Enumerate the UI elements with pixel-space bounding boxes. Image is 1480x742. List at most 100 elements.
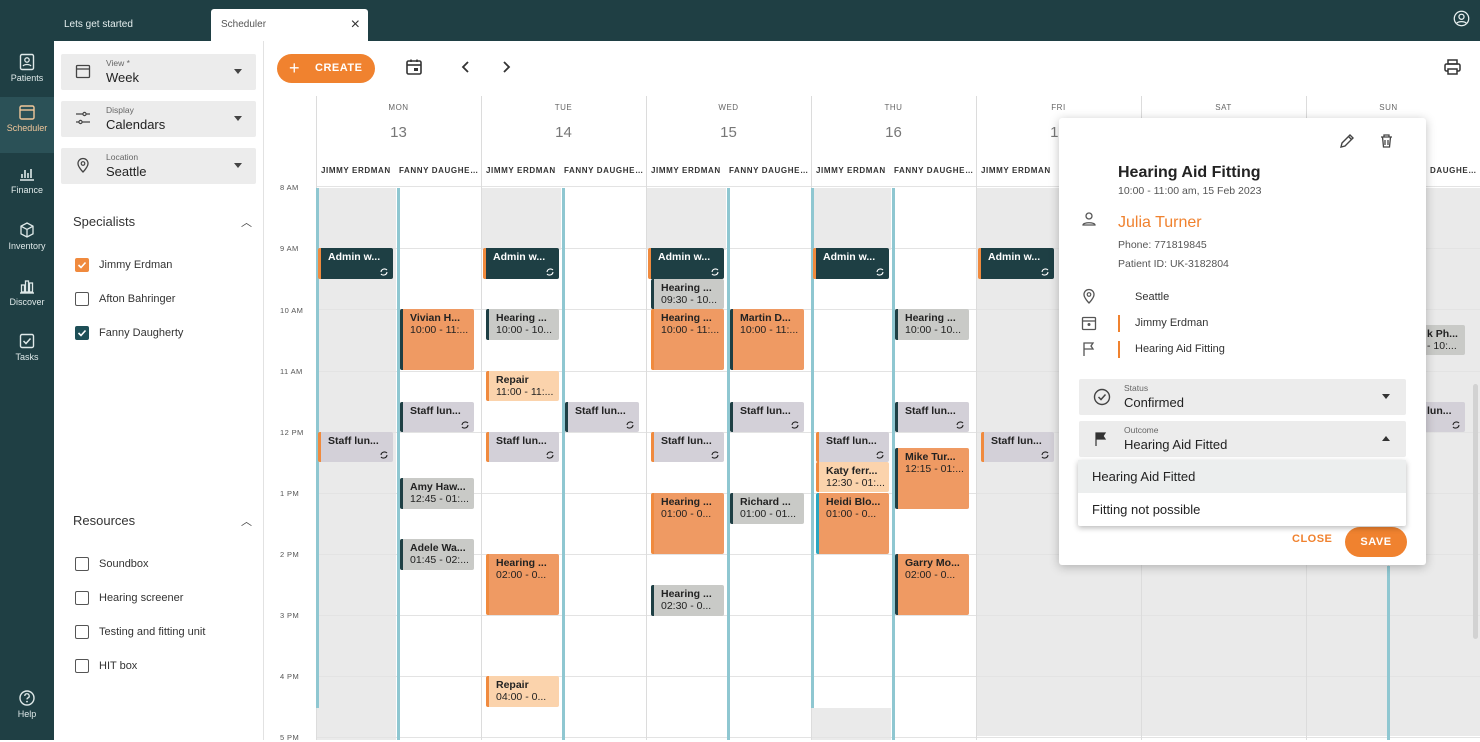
appointment[interactable]: Heidi Blo... 01:00 - 0... <box>816 493 889 554</box>
view-select-value: Week <box>106 70 139 85</box>
appointment[interactable]: Hearing ... 02:30 - 0... <box>651 585 724 616</box>
tab-lets-get-started[interactable]: Lets get started <box>54 9 209 41</box>
appointment[interactable]: Staff lun... <box>565 402 639 432</box>
specialists-title: Specialists <box>73 214 136 229</box>
nav-help[interactable]: Help <box>0 683 54 733</box>
specialist-column-header: JIMMY ERDMAN <box>321 166 391 175</box>
location-select[interactable]: Location Seattle <box>61 148 256 184</box>
appointment[interactable]: Martin D... 10:00 - 11:... <box>730 309 804 370</box>
appointment-title: Garry Mo... <box>905 557 960 569</box>
close-tab-icon[interactable]: × <box>351 9 360 41</box>
outcome-option-fitting-not-possible[interactable]: Fitting not possible <box>1078 493 1406 526</box>
status-select[interactable]: Status Confirmed <box>1079 379 1406 415</box>
save-button[interactable]: SAVE <box>1345 527 1407 557</box>
appointment[interactable]: Staff lun... <box>318 432 393 462</box>
appointment[interactable]: Hearing ... 01:00 - 0... <box>651 493 724 554</box>
tune-icon <box>76 111 90 125</box>
appointment[interactable]: Admin w... <box>648 248 724 279</box>
account-icon[interactable] <box>1453 10 1470 27</box>
view-select[interactable]: View * Week <box>61 54 256 90</box>
scrollbar[interactable] <box>1473 384 1478 639</box>
location-pin-icon <box>77 157 89 173</box>
checkbox-box[interactable] <box>75 326 89 340</box>
specialists-section-header[interactable]: Specialists ︿ <box>73 214 253 229</box>
outcome-option-hearing-aid-fitted[interactable]: Hearing Aid Fitted <box>1078 460 1406 493</box>
chevron-up-icon: ︿ <box>241 217 252 229</box>
edit-icon[interactable] <box>1339 133 1355 149</box>
appointment[interactable]: Hearing ... 10:00 - 11:... <box>651 309 724 370</box>
chevron-left-icon[interactable] <box>460 58 472 76</box>
outcome-label: Outcome <box>1124 425 1159 435</box>
appointment[interactable]: Admin w... <box>978 248 1054 279</box>
tab-scheduler[interactable]: Scheduler × <box>211 9 368 41</box>
specialist-column-header: FANNY DAUGHERTY <box>564 166 644 175</box>
delete-icon[interactable] <box>1379 133 1394 149</box>
appointment[interactable]: Hearing ... 09:30 - 10... <box>651 279 724 309</box>
appointment[interactable]: Hearing ... 10:00 - 10... <box>895 309 969 340</box>
appointment[interactable]: Admin w... <box>813 248 889 279</box>
resources-section-header[interactable]: Resources ︿ <box>73 513 253 528</box>
appointment[interactable]: Staff lun... <box>730 402 804 432</box>
date-picker-icon[interactable] <box>405 58 423 76</box>
appointment[interactable]: Richard ... 01:00 - 01... <box>730 493 804 524</box>
nav-finance[interactable]: Finance <box>0 159 54 209</box>
recurring-icon <box>956 421 964 429</box>
display-select[interactable]: Display Calendars <box>61 101 256 137</box>
nav-label: Finance <box>10 185 44 195</box>
appointment-location: Seattle <box>1135 291 1170 303</box>
appointment[interactable]: Staff lun... <box>400 402 474 432</box>
specialist-column-header: FANNY DAUGHERTY <box>399 166 479 175</box>
recurring-icon <box>380 268 388 276</box>
specialist-column-header: JIMMY ERDMAN <box>486 166 556 175</box>
appointment[interactable]: Katy ferr... 12:30 - 01:... <box>816 462 889 492</box>
appointment[interactable]: Staff lun... <box>895 402 969 432</box>
appointment[interactable]: Admin w... <box>318 248 393 279</box>
day-name: TUE <box>554 103 573 112</box>
appointment[interactable]: Adele Wa... 01:45 - 02:... <box>400 539 474 570</box>
chevron-right-icon[interactable] <box>500 58 512 76</box>
checkbox-box[interactable] <box>75 258 89 272</box>
appointment[interactable]: Hearing ... 02:00 - 0... <box>486 554 559 615</box>
tab-label: Lets get started <box>64 19 133 30</box>
appointment[interactable]: Staff lun... <box>816 432 889 462</box>
appointment[interactable]: Staff lun... <box>651 432 724 462</box>
nav-patients[interactable]: Patients <box>0 47 54 97</box>
appointment-time: 10:00 - 11:... <box>661 324 720 336</box>
appointment-time: 01:00 - 0... <box>826 508 877 520</box>
checkbox-box[interactable] <box>75 557 89 571</box>
appointment[interactable]: Repair 11:00 - 11:... <box>486 371 559 401</box>
appointment[interactable]: Staff lun... <box>981 432 1054 462</box>
appointment[interactable]: Hearing ... 10:00 - 10... <box>486 309 559 340</box>
appointment[interactable]: Vivian H... 10:00 - 11:... <box>400 309 474 370</box>
calendar-icon <box>75 64 91 79</box>
patient-name-link[interactable]: Julia Turner <box>1118 214 1202 232</box>
appointment[interactable]: k Ph... - 10:... <box>1424 325 1465 355</box>
close-button[interactable]: CLOSE <box>1292 533 1332 545</box>
print-icon[interactable] <box>1443 58 1462 76</box>
checkbox-box[interactable] <box>75 659 89 673</box>
appointment-title: Staff lun... <box>328 435 379 447</box>
nav-discover[interactable]: Discover <box>0 271 54 321</box>
create-button[interactable]: + CREATE <box>277 54 375 83</box>
appointment-time: 02:00 - 0... <box>905 569 956 581</box>
checkbox-box[interactable] <box>75 591 89 605</box>
availability-strip <box>1387 566 1390 740</box>
nav-scheduler[interactable]: Scheduler <box>0 97 54 153</box>
view-select-label: View * <box>106 58 130 68</box>
appointment[interactable]: Garry Mo... 02:00 - 0... <box>895 554 969 615</box>
recurring-icon <box>461 421 469 429</box>
nav-label: Patients <box>10 73 44 83</box>
appointment[interactable]: Admin w... <box>483 248 559 279</box>
appointment[interactable]: Mike Tur... 12:15 - 01:... <box>895 448 969 509</box>
appointment[interactable]: Repair 04:00 - 0... <box>486 676 559 707</box>
appointment[interactable]: Staff lun... <box>486 432 559 462</box>
appointment[interactable]: Amy Haw... 12:45 - 01:... <box>400 478 474 509</box>
checkbox-box[interactable] <box>75 292 89 306</box>
recurring-icon <box>380 451 388 459</box>
outcome-select[interactable]: Outcome Hearing Aid Fitted <box>1079 421 1406 457</box>
checkbox-box[interactable] <box>75 625 89 639</box>
appointment[interactable]: lun... <box>1424 402 1465 432</box>
nav-inventory[interactable]: Inventory <box>0 215 54 265</box>
patients-icon <box>19 53 35 71</box>
nav-tasks[interactable]: Tasks <box>0 326 54 376</box>
